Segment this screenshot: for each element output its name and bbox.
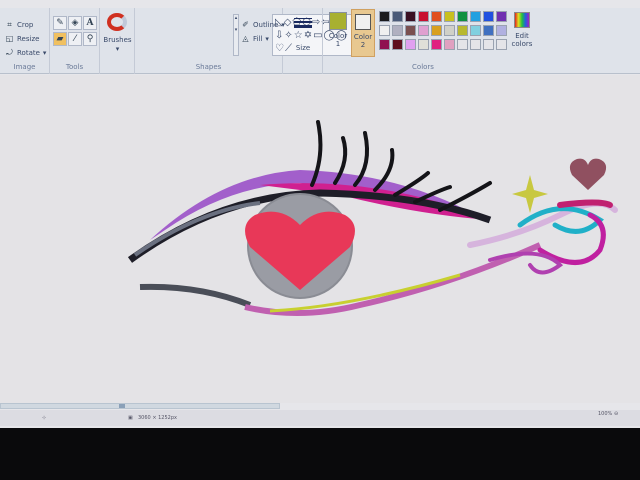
shapes-group-label: Shapes xyxy=(195,63,222,71)
magnifier-tool[interactable]: ⚲ xyxy=(83,32,97,46)
size-button[interactable]: Size xyxy=(283,8,323,74)
horizontal-scrollbar[interactable] xyxy=(0,403,280,409)
ribbon: ⌗ Crop ◱ Resize ⤾ Rotate ▾ Image ✎ ◈ A ▰ ⁄ ⚲… xyxy=(0,8,640,74)
palette-swatch[interactable] xyxy=(418,39,429,50)
tools-group-label: Tools xyxy=(65,63,84,71)
brushes-button[interactable]: Brushes ▾ xyxy=(100,8,135,74)
palette-swatch[interactable] xyxy=(418,25,429,36)
image-group-label: Image xyxy=(13,63,36,71)
brushes-label: Brushes xyxy=(103,36,132,44)
palette-swatch[interactable] xyxy=(483,39,494,50)
rotate-icon: ⤾ xyxy=(6,48,13,57)
palette-swatch[interactable] xyxy=(457,39,468,50)
palette-swatch[interactable] xyxy=(470,39,481,50)
palette-swatch[interactable] xyxy=(483,11,494,22)
palette-swatch[interactable] xyxy=(392,39,403,50)
edit-colors-button[interactable]: Edit colors xyxy=(509,12,535,48)
shapes-scrollbar[interactable]: ▴ ▾ xyxy=(233,14,239,56)
status-bar: ⊹ ▣ 3060 × 1252px 100% ⊖ xyxy=(0,410,640,426)
palette-swatch[interactable] xyxy=(444,39,455,50)
palette-swatch[interactable] xyxy=(457,25,468,36)
small-heart xyxy=(569,158,607,190)
text-icon: A xyxy=(86,18,94,28)
palette-swatch[interactable] xyxy=(431,39,442,50)
pencil-icon: ✎ xyxy=(56,18,64,28)
drawing-canvas[interactable] xyxy=(0,75,640,403)
eraser-tool[interactable]: ▰ xyxy=(53,32,67,46)
dimensions-icon: ▣ xyxy=(128,415,133,421)
shapes-group: ◺◇⬠⬡⇨⇦⇧⇩✧☆✡▭◯◯♡⟋ ▴▾ ✐Outline▾ ◬Fill▾ Sha… xyxy=(135,8,368,74)
color1-button[interactable]: Color 1 xyxy=(327,10,349,56)
palette-swatch[interactable] xyxy=(392,11,403,22)
palette-swatch[interactable] xyxy=(496,39,507,50)
color2-button[interactable]: Color 2 xyxy=(351,9,375,57)
palette-swatch[interactable] xyxy=(405,39,416,50)
resize-button[interactable]: ◱ Resize xyxy=(5,34,40,43)
line-size-icon xyxy=(294,18,312,28)
palette-swatch[interactable] xyxy=(405,25,416,36)
canvas-area xyxy=(0,75,640,403)
eraser-icon: ▰ xyxy=(56,34,64,44)
eyedropper-icon: ⁄ xyxy=(74,34,76,44)
paint-window: ⌗ Crop ◱ Resize ⤾ Rotate ▾ Image ✎ ◈ A ▰ ⁄ ⚲… xyxy=(0,0,640,428)
brush-icon xyxy=(107,13,127,31)
text-tool[interactable]: A xyxy=(83,16,97,30)
color-picker-tool[interactable]: ⁄ xyxy=(68,32,82,46)
cursor-position-icon: ⊹ xyxy=(42,415,47,421)
crop-icon: ⌗ xyxy=(7,20,12,29)
fill-button[interactable]: ◬ Fill ▾ xyxy=(241,34,268,43)
fill-tool[interactable]: ◈ xyxy=(68,16,82,30)
palette-swatch[interactable] xyxy=(431,11,442,22)
color2-label: Color 2 xyxy=(353,33,373,49)
palette-swatch[interactable] xyxy=(444,11,455,22)
palette-swatch[interactable] xyxy=(496,25,507,36)
outline-button[interactable]: ✐ Outline ▾ xyxy=(241,20,285,29)
palette-swatch[interactable] xyxy=(483,25,494,36)
rotate-button[interactable]: ⤾ Rotate ▾ xyxy=(5,48,46,57)
outline-icon: ✐ xyxy=(242,20,249,29)
palette-swatch[interactable] xyxy=(379,25,390,36)
palette-swatch[interactable] xyxy=(496,11,507,22)
palette-swatch[interactable] xyxy=(470,25,481,36)
image-dimensions: 3060 × 1252px xyxy=(138,415,177,421)
resize-icon: ◱ xyxy=(5,34,14,43)
lower-eyeline xyxy=(139,283,252,308)
image-group: ⌗ Crop ◱ Resize ⤾ Rotate ▾ Image xyxy=(0,8,50,74)
pencil-tool[interactable]: ✎ xyxy=(53,16,67,30)
colors-group: Color 1 Color 2 Edit colors Colors xyxy=(323,8,532,74)
palette-swatch[interactable] xyxy=(470,11,481,22)
fill-bucket-icon: ◈ xyxy=(71,18,79,28)
sparkle-star xyxy=(512,175,548,213)
palette-swatch[interactable] xyxy=(457,11,468,22)
zoom-level: 100% xyxy=(598,411,613,417)
size-label: Size xyxy=(295,44,311,52)
zoom-out-button[interactable]: ⊖ xyxy=(614,411,618,417)
magnifier-icon: ⚲ xyxy=(86,34,94,44)
edit-colors-label: Edit colors xyxy=(511,32,533,48)
color2-swatch xyxy=(355,14,371,30)
palette-swatch[interactable] xyxy=(431,25,442,36)
palette-swatch[interactable] xyxy=(392,25,403,36)
color1-swatch xyxy=(329,12,347,30)
fill-icon: ◬ xyxy=(242,34,249,43)
palette-swatch[interactable] xyxy=(379,39,390,50)
palette-swatch[interactable] xyxy=(418,11,429,22)
crop-button[interactable]: ⌗ Crop xyxy=(5,20,33,29)
brushes-dropdown-arrow: ▾ xyxy=(115,45,120,53)
scroll-thumb[interactable] xyxy=(119,404,125,408)
palette-swatch[interactable] xyxy=(379,11,390,22)
colors-group-label: Colors xyxy=(412,63,434,71)
palette-swatch[interactable] xyxy=(405,11,416,22)
tools-group: ✎ ◈ A ▰ ⁄ ⚲ Tools xyxy=(50,8,100,74)
edit-colors-icon xyxy=(514,12,530,28)
palette-swatch[interactable] xyxy=(444,25,455,36)
color1-label: Color 1 xyxy=(328,32,348,48)
